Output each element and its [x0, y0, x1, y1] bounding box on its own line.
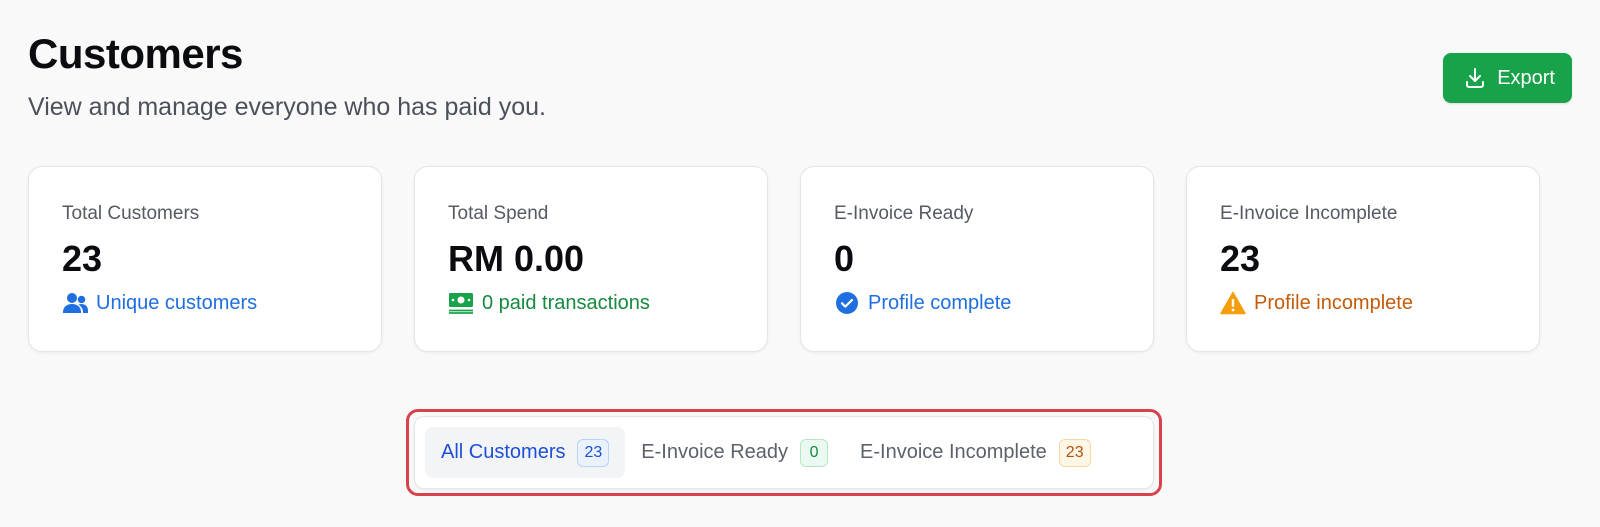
card-footer-text: Profile incomplete: [1254, 292, 1413, 314]
warning-icon: [1220, 291, 1246, 315]
card-footer: Profile incomplete: [1220, 291, 1506, 315]
stat-card-e-invoice-incomplete: E-Invoice Incomplete 23 Profile incomple…: [1186, 166, 1540, 352]
filter-tabs: All Customers 23 E-Invoice Ready 0 E-Inv…: [414, 416, 1154, 489]
card-label: E-Invoice Ready: [834, 203, 974, 224]
stat-card-total-spend: Total Spend RM 0.00 0 paid transactions: [414, 166, 768, 352]
page-subtitle: View and manage everyone who has paid yo…: [28, 93, 546, 121]
stats-cards: Total Customers 23 Unique customers Tota…: [28, 166, 1540, 352]
card-value: 0: [834, 238, 855, 279]
tab-all-customers[interactable]: All Customers 23: [425, 427, 626, 478]
card-label: E-Invoice Incomplete: [1220, 203, 1398, 224]
card-value: 23: [1220, 238, 1261, 279]
page-header: Customers View and manage everyone who h…: [28, 30, 546, 122]
tab-label: E-Invoice Incomplete: [860, 441, 1047, 463]
export-label: Export: [1497, 66, 1555, 89]
stat-card-total-customers: Total Customers 23 Unique customers: [28, 166, 382, 352]
card-value: 23: [62, 238, 103, 279]
card-footer: 0 paid transactions: [448, 291, 734, 315]
card-footer-text: Profile complete: [868, 292, 1012, 314]
tab-e-invoice-ready[interactable]: E-Invoice Ready 0: [625, 427, 844, 478]
card-footer-text: Unique customers: [96, 292, 258, 314]
tab-count-badge: 0: [800, 438, 829, 467]
page-title: Customers: [28, 30, 243, 77]
stat-card-e-invoice-ready: E-Invoice Ready 0 Profile complete: [800, 166, 1154, 352]
card-label: Total Customers: [62, 203, 200, 224]
card-footer: Profile complete: [834, 291, 1120, 315]
card-label: Total Spend: [448, 203, 549, 224]
tab-label: E-Invoice Ready: [641, 441, 789, 463]
check-circle-icon: [834, 291, 860, 315]
money-icon: [448, 291, 474, 315]
card-footer: Unique customers: [62, 291, 348, 315]
card-value: RM 0.00: [448, 238, 585, 279]
tab-count-badge: 23: [1058, 438, 1091, 467]
customers-page: Customers View and manage everyone who h…: [0, 0, 1600, 527]
tab-label: All Customers: [441, 441, 566, 463]
download-icon: [1463, 66, 1487, 90]
tab-count-badge: 23: [577, 438, 610, 467]
export-button[interactable]: Export: [1443, 53, 1572, 103]
tab-e-invoice-incomplete[interactable]: E-Invoice Incomplete 23: [844, 427, 1107, 478]
users-icon: [62, 291, 88, 315]
card-footer-text: 0 paid transactions: [482, 292, 650, 314]
